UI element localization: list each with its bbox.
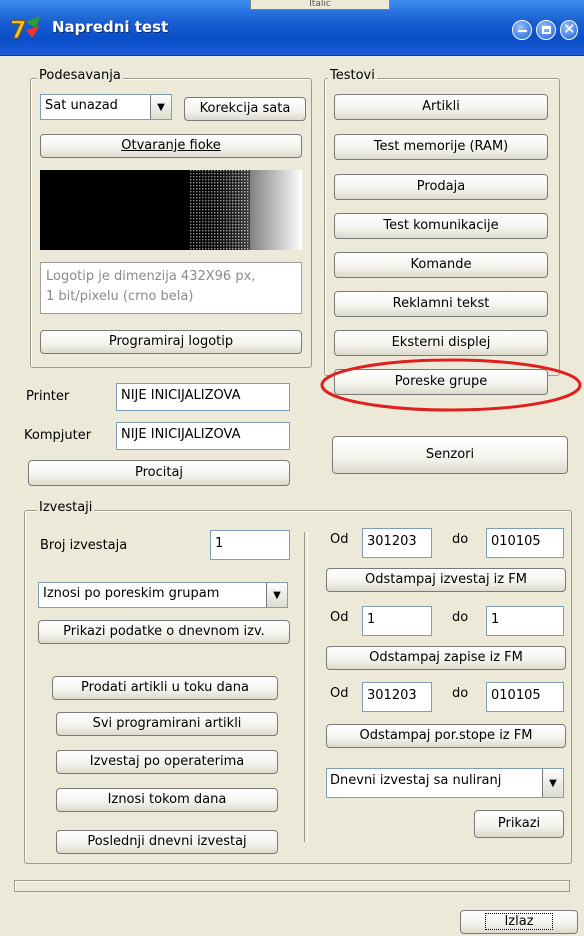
do-input-2[interactable]: 1: [486, 606, 564, 636]
close-icon: ✕: [563, 20, 576, 38]
logo-dither-image: [190, 170, 302, 250]
iznosi-tokom-dana-button[interactable]: Iznosi tokom dana: [56, 788, 278, 812]
izvestaji-legend: Izvestaji: [37, 500, 95, 515]
izvestaj-type-select[interactable]: Iznosi po poreskim grupam ▼: [38, 582, 288, 608]
kompjuter-status-field[interactable]: NIJE INICIJALIZOVA: [116, 422, 290, 450]
otvaranje-fioke-button[interactable]: Otvaranje fioke: [40, 134, 302, 158]
odstampaj-izvestaj-button[interactable]: Odstampaj izvestaj iz FM: [326, 568, 566, 592]
chevron-down-icon[interactable]: ▼: [542, 769, 563, 797]
broj-izvestaja-label: Broj izvestaja: [40, 538, 128, 553]
test-komunikacije-button[interactable]: Test komunikacije: [334, 213, 548, 239]
otvaranje-fioke-label: Otvaranje fioke: [121, 138, 221, 153]
od-label-1: Od: [330, 532, 349, 547]
izlaz-button[interactable]: Izlaz: [460, 910, 578, 934]
prikazi-dnevni-button[interactable]: Prikazi podatke o dnevnom izv.: [38, 620, 290, 644]
vertical-divider: [304, 532, 308, 842]
kompjuter-label: Kompjuter: [24, 428, 92, 443]
maximize-icon: [542, 26, 551, 34]
background-tab: Italic: [250, 0, 390, 10]
senzori-button[interactable]: Senzori: [332, 436, 568, 474]
highlight-ellipse: [320, 358, 582, 412]
od-label-2: Od: [330, 610, 349, 625]
chevron-down-icon[interactable]: ▼: [150, 95, 171, 119]
programiraj-logotip-label: Programiraj logotip: [108, 334, 234, 349]
app-logo-icon: 7: [10, 16, 40, 42]
do-label-3: do: [452, 686, 469, 701]
printer-label: Printer: [26, 389, 70, 404]
logo-info-line2: 1 bit/pixelu (crno bela): [46, 289, 194, 304]
komande-label: Komande: [410, 257, 472, 272]
svi-artikli-button[interactable]: Svi programirani artikli: [56, 712, 278, 736]
minimize-button[interactable]: [512, 20, 532, 40]
prodaja-button[interactable]: Prodaja: [334, 174, 548, 200]
podesavanja-legend: Podesavanja: [37, 68, 123, 83]
clock-mode-select[interactable]: Sat unazad ▼: [40, 94, 172, 120]
reklamni-tekst-label: Reklamni tekst: [392, 296, 490, 311]
logo-info-line1: Logotip je dimenzija 432X96 px,: [46, 269, 256, 284]
printer-status-field[interactable]: NIJE INICIJALIZOVA: [116, 383, 290, 411]
logo-info-text: Logotip je dimenzija 432X96 px, 1 bit/pi…: [40, 262, 302, 314]
izvestaj-type-value: Iznosi po poreskim grupam: [43, 586, 220, 601]
broj-izvestaja-input[interactable]: 1: [210, 530, 290, 560]
reklamni-tekst-button[interactable]: Reklamni tekst: [334, 291, 548, 317]
test-memorije-button[interactable]: Test memorije (RAM): [334, 134, 548, 160]
prodaja-label: Prodaja: [416, 179, 466, 194]
test-memorije-label: Test memorije (RAM): [373, 139, 509, 154]
artikli-label: Artikli: [422, 99, 460, 114]
clock-mode-value: Sat unazad: [45, 98, 118, 113]
do-label-2: do: [452, 610, 469, 625]
prodati-artikli-button[interactable]: Prodati artikli u toku dana: [52, 676, 278, 700]
artikli-button[interactable]: Artikli: [334, 94, 548, 120]
minimize-icon: [518, 30, 527, 32]
eksterni-displej-button[interactable]: Eksterni displej: [334, 330, 548, 356]
maximize-button[interactable]: [536, 20, 556, 40]
programiraj-logotip-button[interactable]: Programiraj logotip: [40, 330, 302, 354]
procitaj-button[interactable]: Procitaj: [28, 460, 290, 486]
senzori-label: Senzori: [425, 447, 475, 462]
od-input-1[interactable]: 301203: [362, 528, 432, 558]
do-input-3[interactable]: 010105: [486, 682, 564, 712]
do-label-1: do: [452, 532, 469, 547]
poslednji-dnevni-button[interactable]: Poslednji dnevni izvestaj: [56, 830, 278, 854]
eksterni-displej-label: Eksterni displej: [391, 335, 491, 350]
dnevni-izvestaj-value: Dnevni izvestaj sa nuliranj: [330, 773, 502, 788]
testovi-legend: Testovi: [328, 68, 377, 83]
izlaz-label: Izlaz: [485, 913, 553, 930]
status-bar: [14, 880, 570, 892]
dnevni-izvestaj-select[interactable]: Dnevni izvestaj sa nuliranj ▼: [326, 768, 564, 798]
izvestaj-operaterima-button[interactable]: Izvestaj po operaterima: [56, 750, 278, 774]
chevron-down-icon[interactable]: ▼: [266, 583, 287, 607]
logo-preview: [40, 170, 302, 250]
close-button[interactable]: ✕: [560, 20, 578, 40]
odstampaj-zapise-button[interactable]: Odstampaj zapise iz FM: [326, 646, 566, 670]
od-label-3: Od: [330, 686, 349, 701]
do-input-1[interactable]: 010105: [486, 528, 564, 558]
od-input-3[interactable]: 301203: [362, 682, 432, 712]
od-input-2[interactable]: 1: [362, 606, 432, 636]
svg-text:7: 7: [10, 16, 27, 42]
komande-button[interactable]: Komande: [334, 252, 548, 278]
korekcija-sata-button[interactable]: Korekcija sata: [184, 97, 306, 121]
test-komunikacije-label: Test komunikacije: [383, 218, 499, 233]
odstampaj-por-stope-button[interactable]: Odstampaj por.stope iz FM: [326, 724, 566, 748]
window-title: Napredni test: [52, 18, 169, 36]
prikazi-button[interactable]: Prikazi: [474, 810, 564, 838]
